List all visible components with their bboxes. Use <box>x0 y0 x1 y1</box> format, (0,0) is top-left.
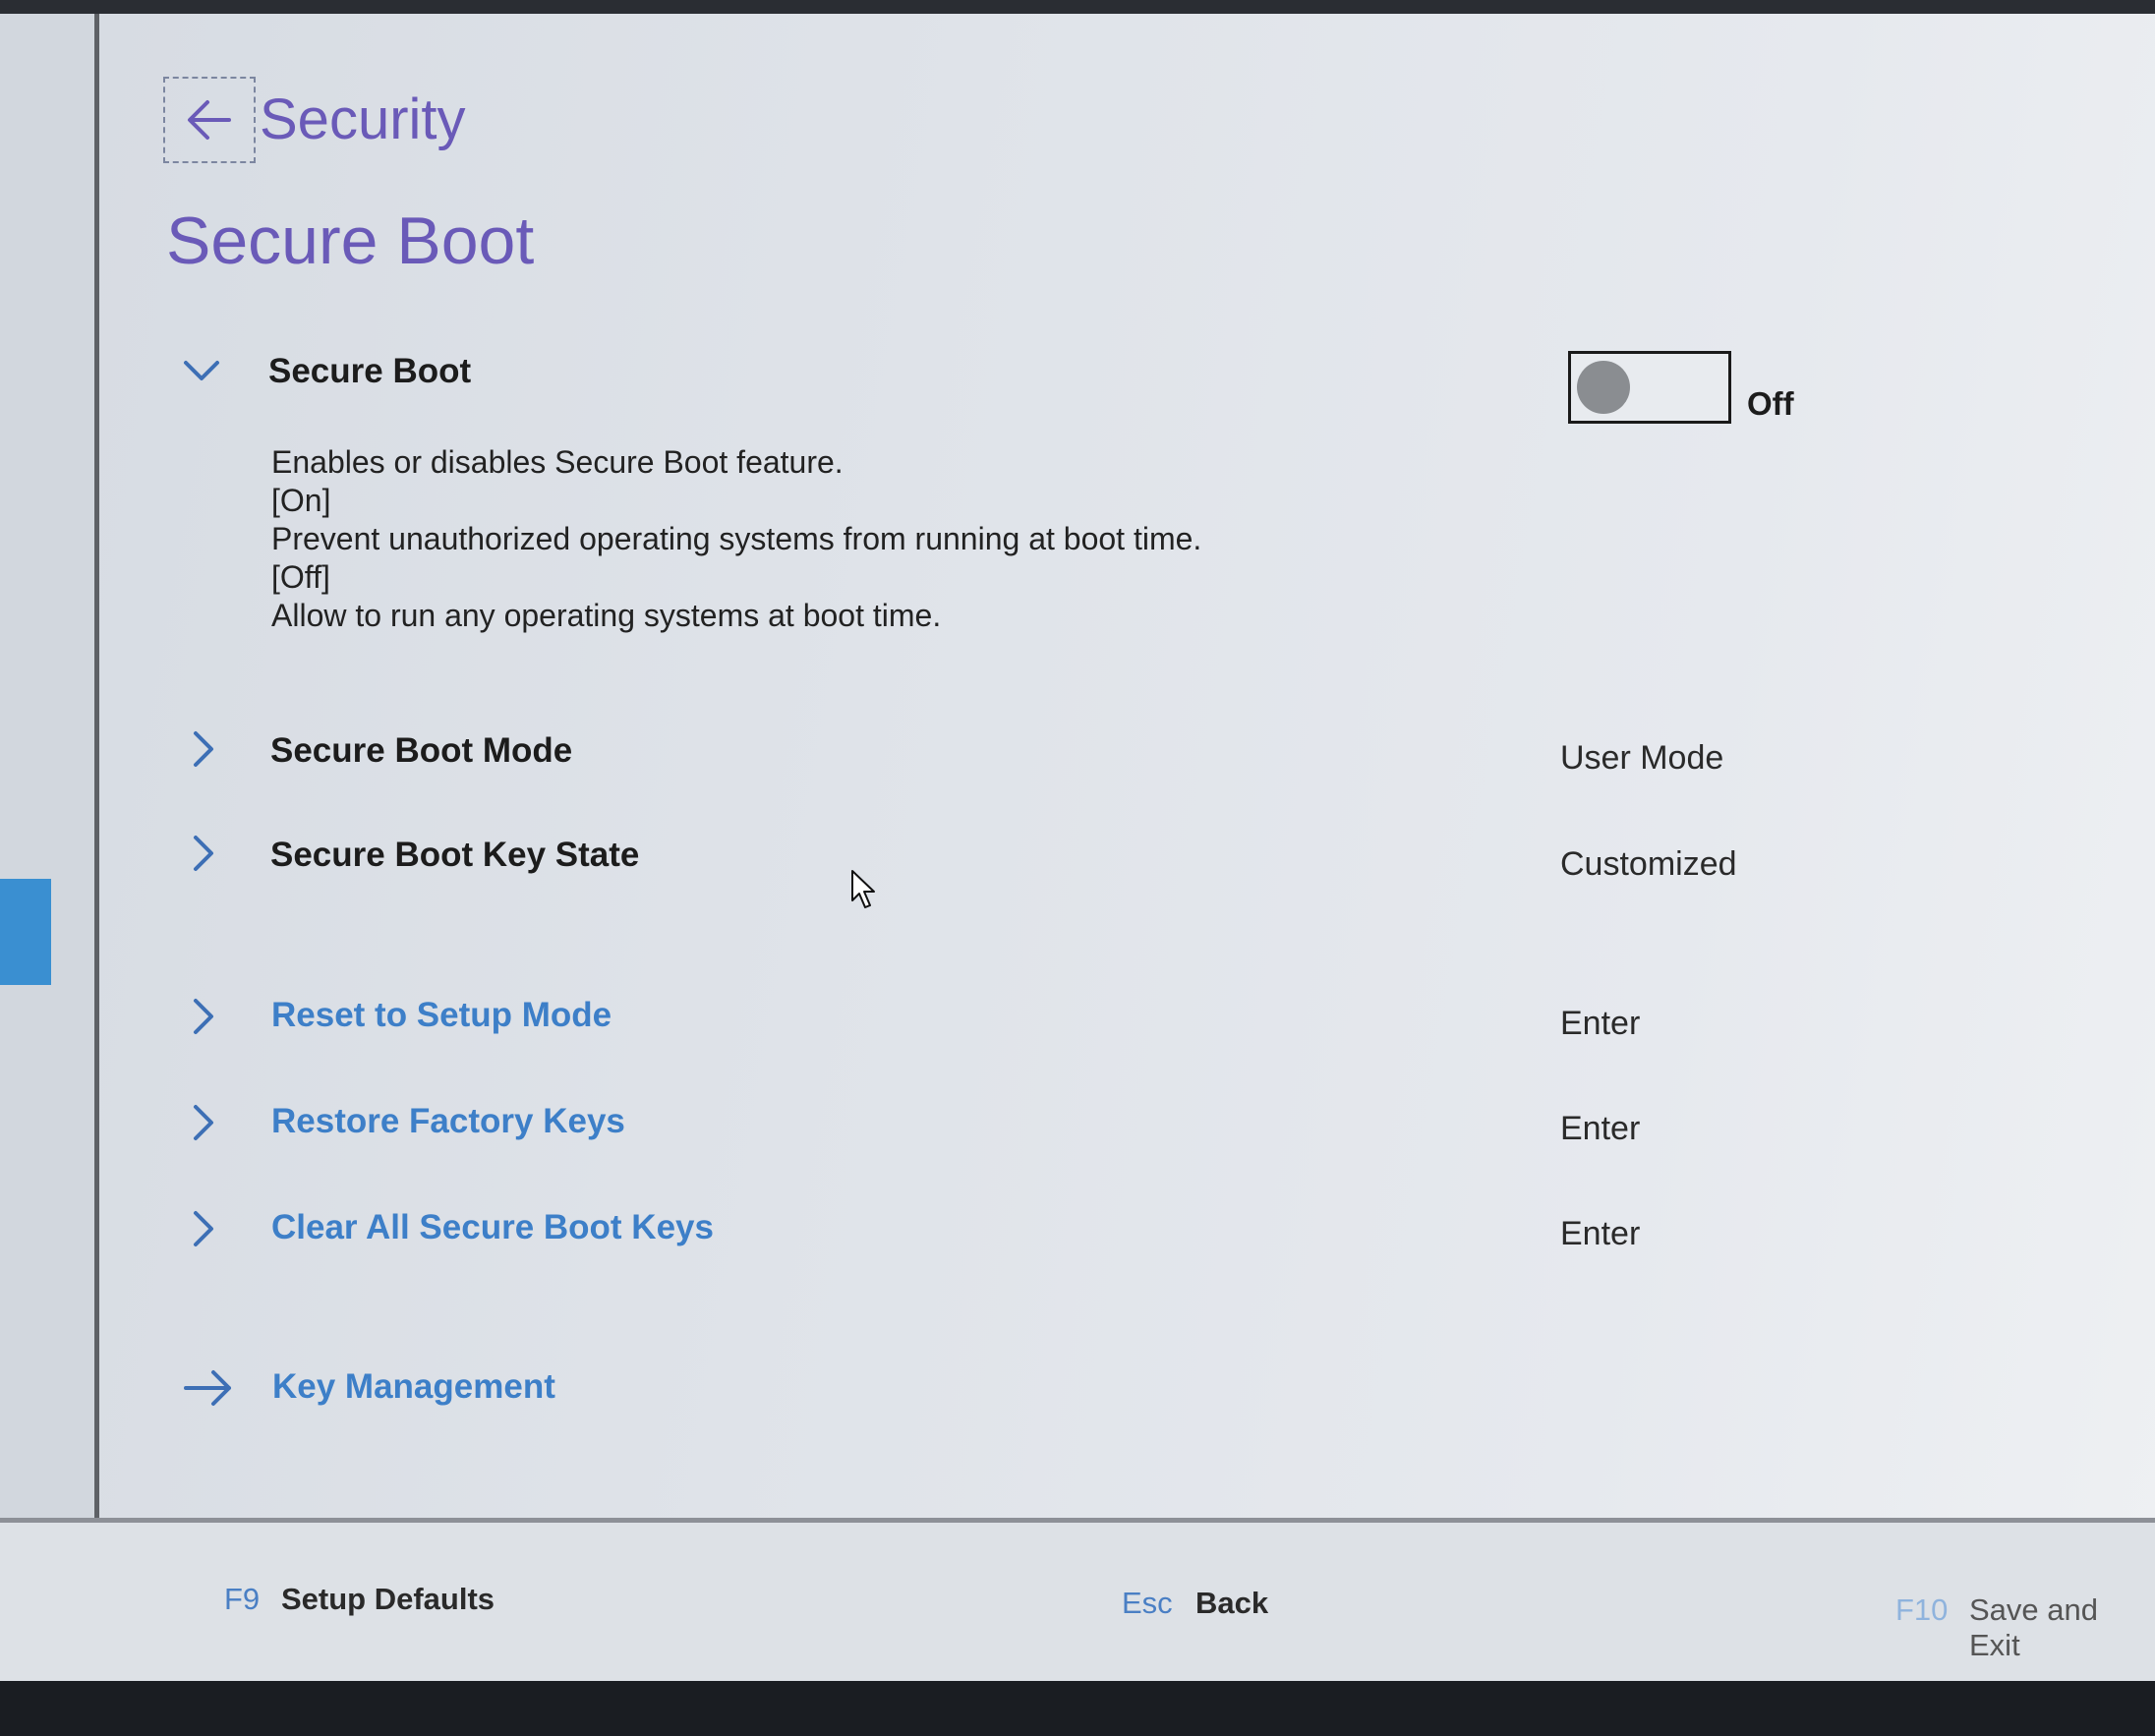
description-line: [Off] <box>271 559 330 595</box>
settings-page: Security Secure Boot Secure Boot Enables… <box>99 14 2155 1518</box>
key-management-link[interactable]: Key Management <box>272 1367 555 1407</box>
chevron-right-icon[interactable] <box>184 997 223 1036</box>
toggle-knob <box>1577 361 1630 414</box>
nav-selection-marker[interactable] <box>0 879 51 985</box>
setup-defaults-label[interactable]: Setup Defaults <box>281 1582 495 1617</box>
chevron-right-icon[interactable] <box>184 1209 223 1248</box>
clear-all-secure-boot-keys-value[interactable]: Enter <box>1560 1215 1640 1253</box>
secure-boot-key-state-label[interactable]: Secure Boot Key State <box>270 836 639 875</box>
restore-factory-keys-link[interactable]: Restore Factory Keys <box>271 1102 625 1141</box>
chevron-down-icon[interactable] <box>182 351 221 390</box>
reset-to-setup-mode-link[interactable]: Reset to Setup Mode <box>271 996 612 1035</box>
page-title: Secure Boot <box>166 203 535 278</box>
f10-key[interactable]: F10 <box>1895 1592 1948 1628</box>
description-line: Enables or disables Secure Boot feature. <box>271 444 844 480</box>
secure-boot-key-state-value: Customized <box>1560 845 1737 883</box>
toggle-state-label: Off <box>1747 385 1794 422</box>
back-button[interactable] <box>163 77 256 163</box>
chevron-right-icon[interactable] <box>184 729 223 769</box>
left-nav-rail <box>0 14 99 1518</box>
arrow-right-icon[interactable] <box>184 1368 233 1408</box>
footer-bar: F9 Setup Defaults Esc Back F10 Save and … <box>0 1523 2155 1681</box>
back-label[interactable]: Back <box>1195 1586 1268 1621</box>
secure-boot-mode-label[interactable]: Secure Boot Mode <box>270 731 572 771</box>
description-line: [On] <box>271 483 331 518</box>
clear-all-secure-boot-keys-link[interactable]: Clear All Secure Boot Keys <box>271 1208 714 1247</box>
secure-boot-description: Enables or disables Secure Boot feature.… <box>271 443 1201 635</box>
back-arrow-icon <box>188 100 231 140</box>
description-line: Prevent unauthorized operating systems f… <box>271 521 1202 556</box>
secure-boot-mode-value: User Mode <box>1560 739 1724 777</box>
chevron-right-icon[interactable] <box>184 834 223 873</box>
restore-factory-keys-value[interactable]: Enter <box>1560 1110 1640 1148</box>
mouse-pointer-icon <box>851 870 875 908</box>
secure-boot-label[interactable]: Secure Boot <box>268 352 471 391</box>
top-bezel <box>0 0 2155 14</box>
bios-screen: Security Secure Boot Secure Boot Enables… <box>0 0 2155 1681</box>
description-line: Allow to run any operating systems at bo… <box>271 598 942 633</box>
f9-key[interactable]: F9 <box>224 1582 260 1617</box>
breadcrumb-security[interactable]: Security <box>260 87 466 152</box>
chevron-right-icon[interactable] <box>184 1103 223 1142</box>
secure-boot-toggle[interactable] <box>1568 351 1731 424</box>
esc-key[interactable]: Esc <box>1122 1586 1173 1621</box>
save-and-exit-label[interactable]: Save and Exit <box>1969 1592 2155 1663</box>
reset-to-setup-mode-value[interactable]: Enter <box>1560 1005 1640 1043</box>
